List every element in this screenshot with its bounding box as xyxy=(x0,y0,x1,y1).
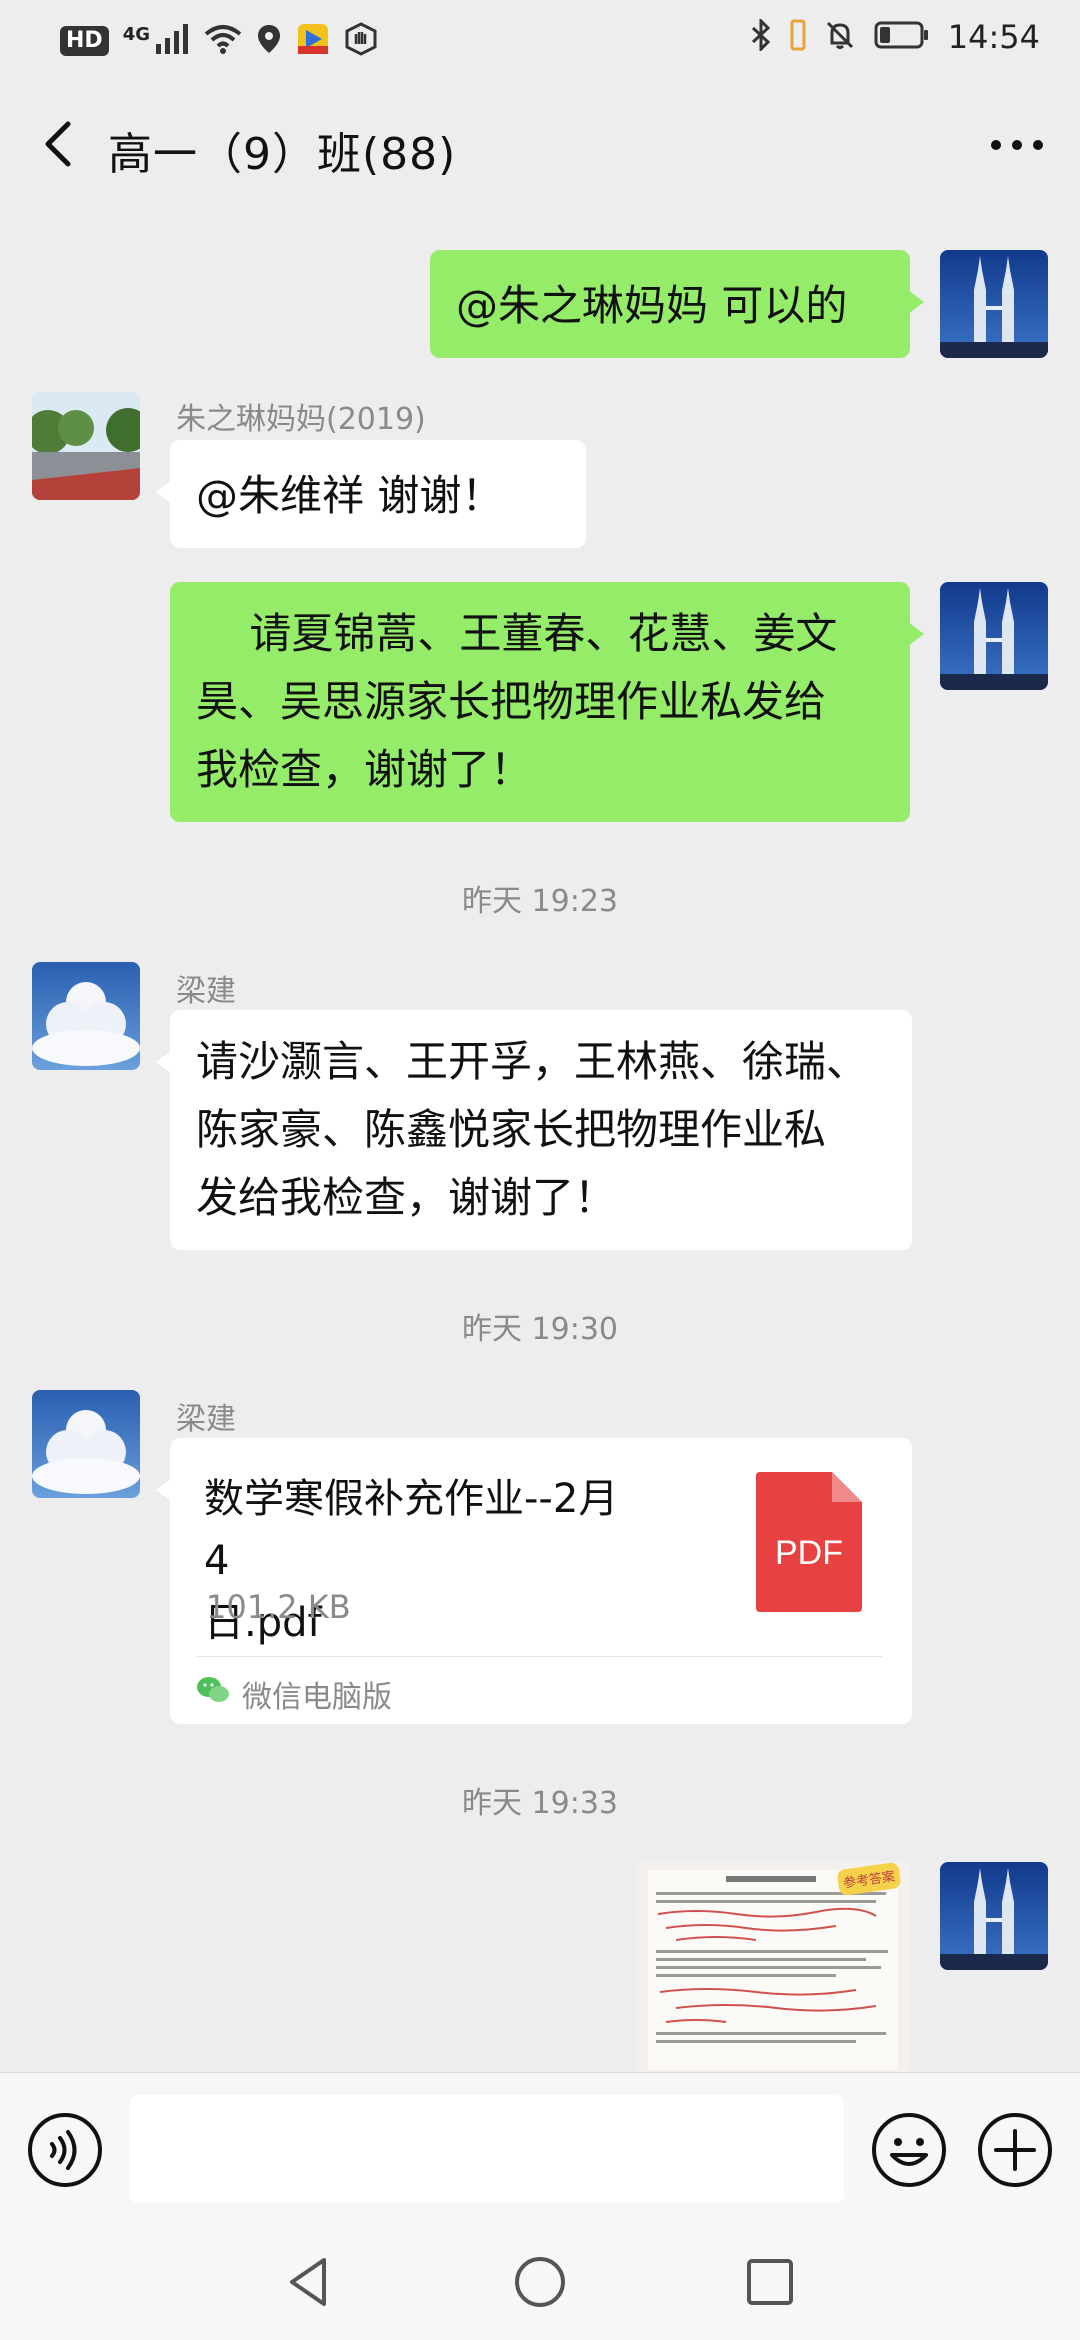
back-button[interactable] xyxy=(30,114,90,174)
status-left-icons: HD 4G xyxy=(60,22,378,60)
file-source-label: 微信电脑版 xyxy=(242,1680,392,1715)
file-source: 微信电脑版 xyxy=(196,1672,392,1716)
message-line: 请沙灏言、王开孚，王林燕、徐瑞、 xyxy=(196,1037,869,1086)
file-card-divider xyxy=(196,1656,882,1657)
message-line: 陈家豪、陈鑫悦家长把物理作业私 xyxy=(196,1105,827,1154)
message-line: 我检查，谢谢了！ xyxy=(196,745,533,794)
pdf-icon-label: PDF xyxy=(775,1534,843,1572)
input-bar xyxy=(0,2072,1080,2224)
plus-icon xyxy=(978,2113,1052,2187)
message-bubble-received[interactable]: 请沙灏言、王开孚，王林燕、徐瑞、 陈家豪、陈鑫悦家长把物理作业私 发给我检查，谢… xyxy=(156,1010,912,1250)
wifi-icon xyxy=(204,24,242,58)
message-bubble-sent[interactable]: 请夏锦蒿、王董春、花慧、姜文 昊、吴思源家长把物理作业私发给 我检查，谢谢了！ xyxy=(170,582,924,822)
sender-name: 梁建 xyxy=(176,1402,236,1437)
sender-avatar-zhu[interactable] xyxy=(32,392,140,500)
emoji-button[interactable] xyxy=(870,2111,948,2189)
file-message-card[interactable]: 数学寒假补充作业--2月4 日.pdf 101.2 KB PDF 微信电脑版 xyxy=(156,1438,912,1724)
bluetooth-icon xyxy=(750,17,772,55)
message-line: 昊、吴思源家长把物理作业私发给 xyxy=(196,677,827,726)
file-name-line: 数学寒假补充作业--2月4 xyxy=(204,1476,619,1584)
voice-input-button[interactable] xyxy=(26,2111,104,2189)
status-time: 14:54 xyxy=(947,18,1040,56)
nav-recents-button[interactable] xyxy=(740,2252,800,2312)
file-name: 数学寒假补充作业--2月4 日.pdf xyxy=(204,1468,624,1654)
app-notification-icon xyxy=(296,22,330,60)
sender-avatar-liang[interactable] xyxy=(32,962,140,1070)
sender-name: 梁建 xyxy=(176,974,236,1009)
pdf-file-icon: PDF xyxy=(756,1472,862,1612)
message-line: 请夏锦蒿、王董春、花慧、姜文 xyxy=(196,609,838,658)
more-dots-icon xyxy=(991,140,1043,150)
smiley-icon xyxy=(872,2113,946,2187)
sender-name: 朱之琳妈妈(2019) xyxy=(176,402,426,437)
sender-avatar-liang[interactable] xyxy=(32,1390,140,1498)
triangle-back-icon xyxy=(290,2258,326,2306)
message-text: @朱之琳妈妈 可以的 xyxy=(456,281,848,330)
message-input[interactable] xyxy=(130,2095,844,2203)
chat-screen: HD 4G 14:54 高一（9）班(88) @朱之琳妈妈 可以的 朱之琳妈妈(… xyxy=(0,0,1080,2340)
chat-header: 高一（9）班(88) xyxy=(0,80,1080,210)
battery-icon xyxy=(874,21,930,53)
image-message[interactable]: 参考答案 xyxy=(636,1862,910,2072)
status-bar: HD 4G 14:54 xyxy=(0,0,1080,80)
message-bubble-sent[interactable]: @朱之琳妈妈 可以的 xyxy=(430,250,924,358)
signal-icon xyxy=(156,24,190,58)
status-right-icons: 14:54 xyxy=(750,17,1040,56)
location-icon xyxy=(256,23,282,59)
my-avatar[interactable] xyxy=(940,582,1048,690)
homework-photo: 参考答案 xyxy=(636,1862,910,2072)
nav-home-button[interactable] xyxy=(510,2252,570,2312)
timestamp: 昨天 19:23 xyxy=(462,884,618,919)
message-text: @朱维祥 谢谢！ xyxy=(196,471,504,520)
wechat-icon xyxy=(196,1675,230,1713)
circle-home-icon xyxy=(515,2257,565,2307)
voice-icon xyxy=(28,2113,102,2187)
vibrate-icon xyxy=(790,19,806,55)
my-avatar[interactable] xyxy=(940,250,1048,358)
hand-notification-icon xyxy=(344,22,378,60)
mute-bell-icon xyxy=(824,19,856,55)
system-nav-bar xyxy=(0,2224,1080,2340)
square-recents-icon xyxy=(747,2259,793,2305)
my-avatar[interactable] xyxy=(940,1862,1048,1970)
timestamp: 昨天 19:30 xyxy=(462,1312,618,1347)
hd-badge: HD xyxy=(60,26,109,56)
file-size: 101.2 KB xyxy=(206,1588,351,1626)
more-functions-button[interactable] xyxy=(976,2111,1054,2189)
nav-back-button[interactable] xyxy=(280,2252,340,2312)
chevron-left-icon xyxy=(45,121,71,167)
chat-title: 高一（9）班(88) xyxy=(108,129,457,180)
message-bubble-received[interactable]: @朱维祥 谢谢！ xyxy=(156,440,586,548)
more-options-button[interactable] xyxy=(982,120,1052,170)
message-line: 发给我检查，谢谢了！ xyxy=(196,1173,617,1222)
timestamp: 昨天 19:33 xyxy=(462,1786,618,1821)
network-type-label: 4G xyxy=(122,23,150,45)
